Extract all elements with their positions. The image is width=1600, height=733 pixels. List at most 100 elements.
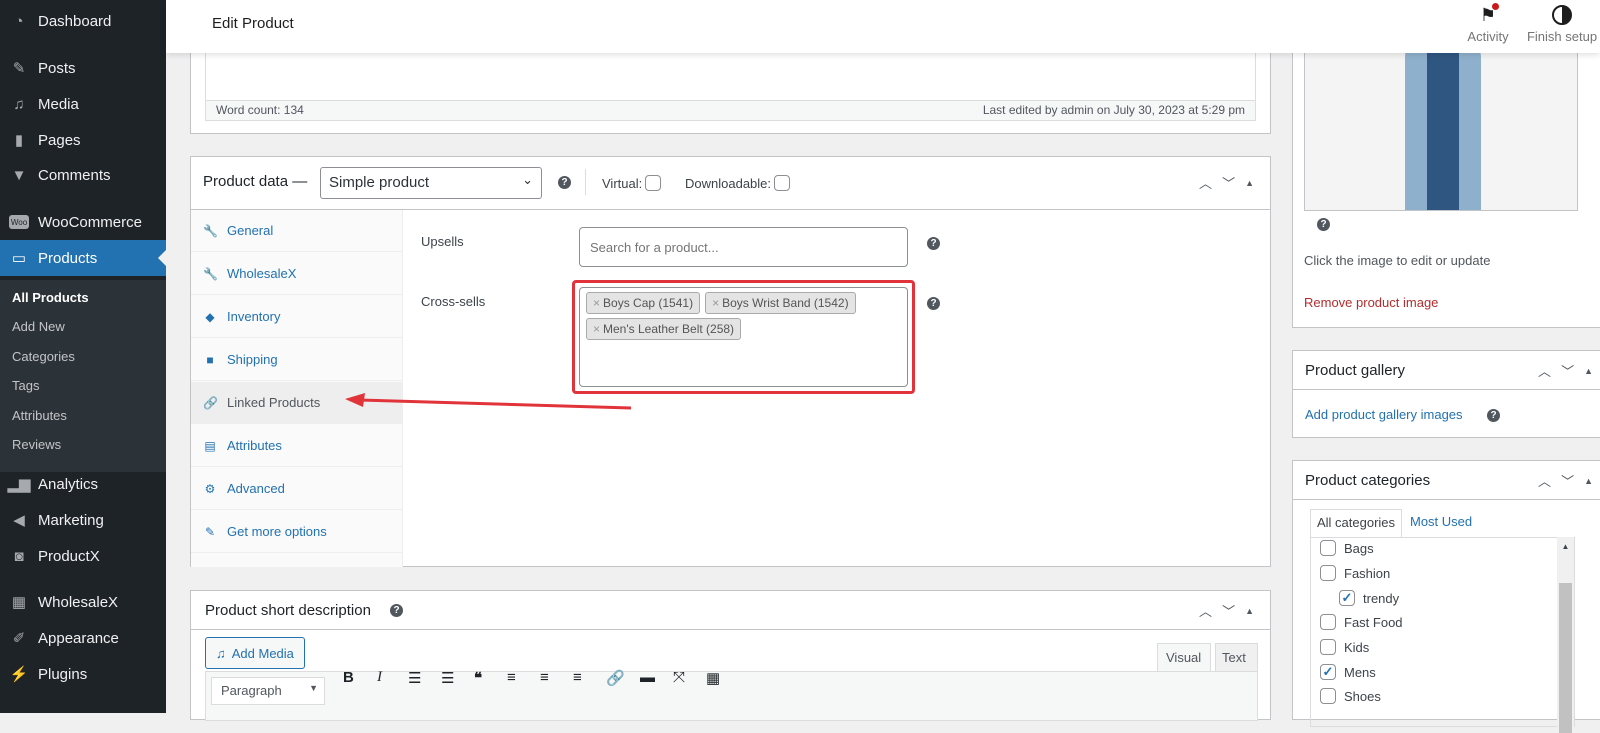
tab-advanced[interactable]: ⚙ Advanced: [191, 468, 402, 510]
image-hint: Click the image to edit or update: [1304, 253, 1491, 268]
nav-wholesalex[interactable]: ▦ WholesaleX: [0, 584, 166, 620]
dashboard-icon: ◔: [14, 12, 24, 30]
move-up-icon[interactable]: ︿: [1538, 361, 1551, 380]
tab-all-categories[interactable]: All categories: [1310, 509, 1403, 537]
crosssell-chip[interactable]: × Men's Leather Belt (258): [586, 318, 742, 340]
category-item[interactable]: Shoes: [1320, 688, 1381, 704]
finish-setup-button[interactable]: Finish setup: [1524, 3, 1600, 44]
blockquote-icon[interactable]: ❝: [474, 669, 482, 687]
category-item[interactable]: Bags: [1320, 540, 1374, 556]
nav-plugins[interactable]: ⚡ Plugins: [0, 656, 166, 692]
nav-appearance[interactable]: ✐ Appearance: [0, 620, 166, 656]
tab-text[interactable]: Text: [1215, 643, 1258, 672]
move-down-icon[interactable]: ﹀: [1222, 173, 1235, 192]
remove-icon[interactable]: ×: [712, 296, 719, 310]
tab-get-more-options[interactable]: ✎ Get more options: [191, 511, 402, 553]
activity-button[interactable]: ⚑ Activity: [1456, 2, 1520, 44]
toolbar-toggle-icon[interactable]: ▦: [706, 669, 720, 687]
bold-icon[interactable]: B: [343, 669, 354, 686]
toggle-icon[interactable]: ▲: [1245, 606, 1254, 616]
crosssells-select[interactable]: × Boys Cap (1541) × Boys Wrist Band (1542) …: [579, 287, 908, 387]
product-data-box: Product data — Simple product ⌄ ? Virtual…: [190, 156, 1271, 567]
move-up-icon[interactable]: ︿: [1538, 471, 1551, 490]
submenu-tags[interactable]: Tags: [12, 378, 39, 393]
toggle-icon[interactable]: ▲: [1584, 366, 1593, 376]
align-left-icon[interactable]: ≡: [507, 669, 516, 686]
downloadable-checkbox[interactable]: [774, 175, 791, 191]
category-checkbox[interactable]: [1320, 639, 1336, 655]
brush-icon: ✐: [12, 630, 26, 647]
nav-woocommerce[interactable]: Woo WooCommerce: [0, 204, 166, 240]
bullet-list-icon[interactable]: ☰: [408, 669, 421, 687]
submenu-categories[interactable]: Categories: [12, 349, 75, 364]
category-checkbox[interactable]: [1320, 614, 1336, 630]
tab-attributes[interactable]: ▤ Attributes: [191, 425, 402, 467]
last-edited: Last edited by admin on July 30, 2023 at…: [982, 103, 1245, 117]
crosssell-chip[interactable]: × Boys Cap (1541): [586, 292, 701, 314]
virtual-checkbox[interactable]: [645, 175, 662, 191]
italic-icon[interactable]: I: [377, 669, 382, 686]
bag-icon: ◙: [14, 547, 24, 565]
nav-posts[interactable]: ✎ Posts: [0, 50, 166, 86]
link-icon[interactable]: 🔗: [606, 669, 625, 687]
toggle-icon[interactable]: ▲: [1245, 178, 1254, 188]
nav-pages[interactable]: ▮ Pages: [0, 122, 166, 158]
tab-wholesalex[interactable]: 🔧 WholesaleX: [191, 253, 402, 295]
add-media-button[interactable]: ♫ Add Media: [205, 637, 305, 669]
admin-sidebar: ◔ Dashboard ✎ Posts ♫ Media ▮ Pages ▼ Comment…: [0, 0, 166, 713]
move-down-icon[interactable]: ﹀: [1561, 361, 1574, 380]
nav-analytics[interactable]: ▂▆ Analytics: [0, 466, 166, 502]
remove-icon[interactable]: ×: [593, 296, 600, 310]
move-up-icon[interactable]: ︿: [1199, 173, 1212, 192]
align-center-icon[interactable]: ≡: [540, 669, 549, 686]
align-right-icon[interactable]: ≡: [573, 669, 582, 686]
link-icon: 🔗: [203, 395, 218, 410]
crosssells-help-icon: ?: [927, 297, 940, 310]
add-gallery-images-link[interactable]: Add product gallery images: [1305, 407, 1463, 422]
description-editor[interactable]: Word count: 134 Last edited by admin on …: [205, 41, 1256, 121]
cart-icon: ▦: [11, 594, 27, 611]
nav-comments[interactable]: ▼ Comments: [0, 157, 166, 193]
tab-general[interactable]: 🔧 General: [191, 210, 402, 252]
toggle-icon[interactable]: ▲: [1584, 476, 1593, 486]
fullscreen-icon[interactable]: ⤧: [673, 669, 685, 686]
move-down-icon[interactable]: ﹀: [1561, 471, 1574, 490]
remove-icon[interactable]: ×: [593, 322, 600, 336]
submenu-reviews[interactable]: Reviews: [12, 437, 61, 452]
move-up-icon[interactable]: ︿: [1199, 601, 1212, 620]
numbered-list-icon[interactable]: ☰: [441, 669, 454, 687]
upsells-search-input[interactable]: [579, 227, 908, 267]
pin-icon: ✎: [12, 60, 26, 77]
crosssell-chip[interactable]: × Boys Wrist Band (1542): [705, 292, 856, 314]
nav-productx[interactable]: ◙ ProductX: [0, 538, 166, 574]
help-icon: ?: [1317, 218, 1330, 231]
tab-inventory[interactable]: ◆ Inventory: [191, 296, 402, 338]
submenu-add-new[interactable]: Add New: [12, 319, 65, 334]
format-select[interactable]: Paragraph ▼: [211, 677, 325, 705]
tab-most-used[interactable]: Most Used: [1410, 514, 1472, 529]
category-item[interactable]: ✓ trendy: [1339, 590, 1399, 606]
category-checkbox[interactable]: [1320, 565, 1336, 581]
nav-dashboard[interactable]: ◔ Dashboard: [0, 3, 166, 39]
category-checkbox[interactable]: ✓: [1339, 590, 1355, 606]
category-item[interactable]: Kids: [1320, 639, 1369, 655]
nav-products[interactable]: ▭ Products: [0, 240, 166, 276]
tab-shipping[interactable]: ■ Shipping: [191, 339, 402, 381]
category-item[interactable]: Fast Food: [1320, 614, 1403, 630]
category-item[interactable]: ✓ Mens: [1320, 664, 1376, 680]
move-down-icon[interactable]: ﹀: [1222, 601, 1235, 620]
category-checkbox[interactable]: ✓: [1320, 664, 1336, 680]
nav-media[interactable]: ♫ Media: [0, 86, 166, 122]
categories-scrollbar[interactable]: ▲: [1557, 537, 1574, 733]
read-more-icon[interactable]: ▬: [640, 669, 655, 686]
category-checkbox[interactable]: [1320, 688, 1336, 704]
submenu-all-products[interactable]: All Products: [12, 290, 89, 305]
nav-marketing[interactable]: ◀ Marketing: [0, 502, 166, 538]
tab-visual[interactable]: Visual: [1157, 643, 1211, 672]
submenu-attributes[interactable]: Attributes: [12, 408, 67, 423]
remove-image-link[interactable]: Remove product image: [1304, 295, 1438, 310]
product-type-select[interactable]: Simple product ⌄: [320, 167, 542, 199]
product-image[interactable]: [1304, 41, 1578, 211]
category-checkbox[interactable]: [1320, 540, 1336, 556]
category-item[interactable]: Fashion: [1320, 565, 1390, 581]
